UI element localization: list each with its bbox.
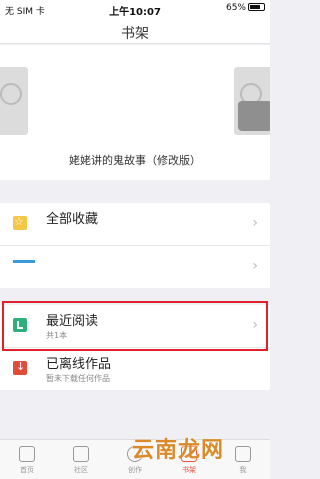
- tab-create[interactable]: 创作: [108, 440, 162, 479]
- cover-overlay: [238, 101, 270, 131]
- chevron-right-icon: ›: [252, 215, 258, 231]
- tab-label: 首页: [20, 466, 34, 474]
- home-icon: [19, 446, 35, 462]
- ghost-icon: [0, 83, 22, 105]
- tab-bar: 首页 社区 创作 书架 我: [0, 439, 270, 479]
- battery-percent: 65%: [225, 3, 246, 13]
- tab-label: 社区: [74, 466, 88, 474]
- tab-home[interactable]: 首页: [0, 440, 54, 479]
- chevron-right-icon: ›: [252, 258, 258, 274]
- shelf-row-blank[interactable]: ›: [0, 246, 270, 288]
- chevron-right-icon: ›: [252, 317, 258, 333]
- battery-status: 65%: [226, 3, 265, 13]
- profile-icon: [235, 446, 251, 462]
- list-icon: [13, 260, 35, 263]
- create-icon: [127, 446, 143, 462]
- tab-label: 书架: [182, 466, 196, 474]
- status-bar: 无 SIM 卡 上午10:07 65%: [0, 0, 270, 18]
- book-cover-next[interactable]: [234, 67, 270, 135]
- row-label: 全部收藏: [46, 212, 99, 227]
- shelf-row-recent[interactable]: 最近阅读 共1本 ›: [0, 305, 270, 347]
- tab-label: 我: [239, 466, 247, 474]
- bookshelf-icon: [181, 446, 197, 462]
- recent-read-icon: [13, 318, 27, 332]
- nav-bar: 书架: [0, 18, 270, 44]
- tab-profile[interactable]: 我: [216, 440, 270, 479]
- featured-book-title[interactable]: 姥姥讲的鬼故事（修改版）: [0, 152, 270, 168]
- row-sublabel: 暂未下载任何作品: [46, 374, 110, 383]
- row-sublabel: 共1本: [46, 331, 68, 340]
- book-cover-prev[interactable]: [0, 67, 28, 135]
- community-icon: [73, 446, 89, 462]
- tab-bookshelf[interactable]: 书架: [162, 440, 216, 479]
- row-label: 已离线作品: [46, 357, 112, 372]
- shelf-row-favorites[interactable]: 全部收藏 ›: [0, 203, 270, 245]
- tab-community[interactable]: 社区: [54, 440, 108, 479]
- page-title: 书架: [121, 26, 149, 42]
- download-icon: [13, 360, 27, 375]
- battery-icon: [248, 3, 265, 11]
- shelf-row-offline[interactable]: 已离线作品 暂未下载任何作品: [0, 348, 270, 390]
- row-label: 最近阅读: [46, 314, 99, 329]
- featured-carousel[interactable]: 姥姥讲的鬼故事（修改版）: [0, 45, 270, 180]
- tab-label: 创作: [128, 466, 142, 474]
- star-icon: [13, 215, 27, 230]
